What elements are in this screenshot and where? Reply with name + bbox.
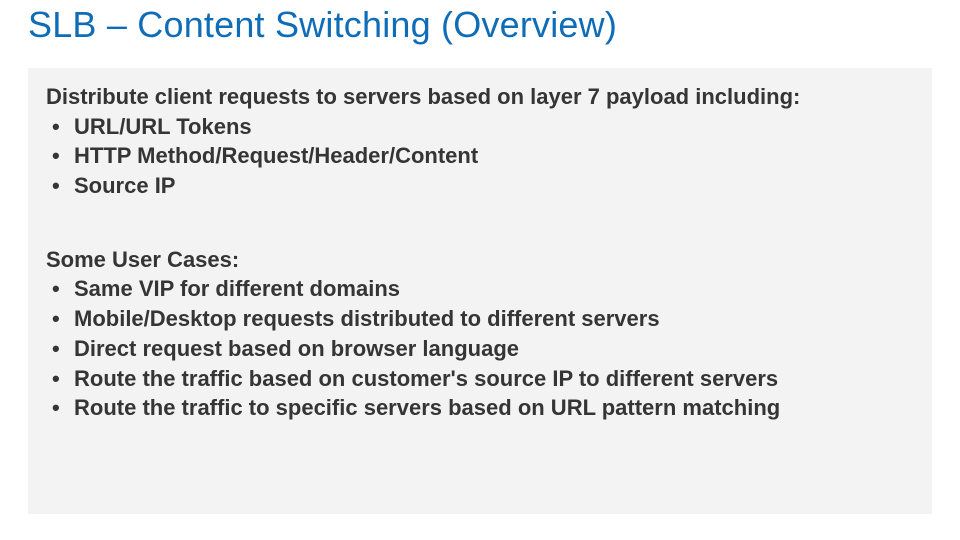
content-panel: Distribute client requests to servers ba… [28, 68, 932, 514]
section1-intro: Distribute client requests to servers ba… [46, 82, 914, 112]
list-item: Route the traffic to specific servers ba… [46, 393, 914, 423]
list-item: URL/URL Tokens [46, 112, 914, 142]
list-item: Mobile/Desktop requests distributed to d… [46, 304, 914, 334]
slide-title: SLB – Content Switching (Overview) [28, 4, 617, 46]
list-item: Route the traffic based on customer's so… [46, 364, 914, 394]
list-item: Same VIP for different domains [46, 274, 914, 304]
section1-list: URL/URL Tokens HTTP Method/Request/Heade… [46, 112, 914, 201]
section2-intro: Some User Cases: [46, 245, 914, 275]
spacer [46, 201, 914, 245]
list-item: Source IP [46, 171, 914, 201]
slide: SLB – Content Switching (Overview) Distr… [0, 0, 960, 540]
section2-list: Same VIP for different domains Mobile/De… [46, 274, 914, 422]
list-item: Direct request based on browser language [46, 334, 914, 364]
list-item: HTTP Method/Request/Header/Content [46, 141, 914, 171]
